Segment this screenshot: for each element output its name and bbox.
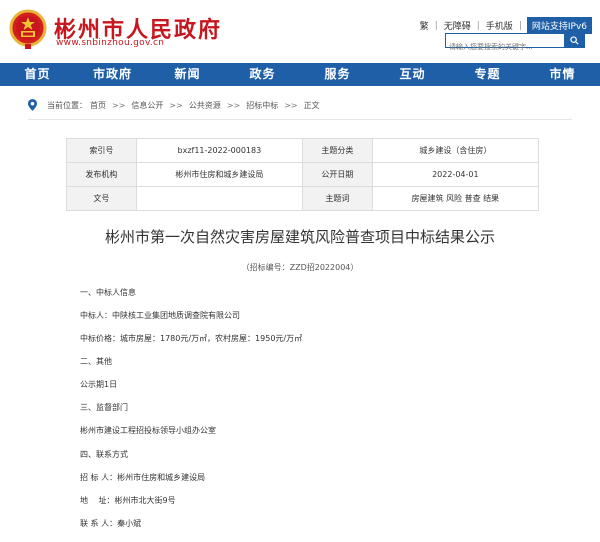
nav-city-overview[interactable]: 市情	[525, 63, 600, 86]
nav-city-government[interactable]: 市政府	[75, 63, 150, 86]
tender-number: （招标编号：ZZD招2022004）	[241, 263, 359, 272]
nav-services[interactable]: 服务	[300, 63, 375, 86]
mobile-version-link[interactable]: 手机版	[481, 19, 518, 32]
divider: |	[518, 20, 522, 31]
supervision-office: 彬州市建设工程招投标领导小组办公室	[80, 426, 216, 435]
address: 地 址：彬州市北大街9号	[80, 496, 176, 505]
breadcrumb-separator: >>	[169, 100, 183, 110]
traditional-chinese-link[interactable]: 繁	[415, 19, 434, 32]
contact-person: 联 系 人：秦小斌	[80, 519, 142, 528]
breadcrumb-separator: >>	[112, 100, 126, 110]
breadcrumb-info-disclosure[interactable]: 信息公开	[131, 100, 163, 111]
breadcrumb-current: 正文	[303, 100, 320, 110]
table-row: 索引号 bxzf11-2022-000183 主题分类 城乡建设（含住房）	[66, 138, 540, 163]
nav-home[interactable]: 首页	[0, 63, 75, 86]
tenderer: 招 标 人：彬州市住房和城乡建设局	[80, 473, 206, 482]
publisher-value: 彬州市住房和城乡建设局	[135, 162, 304, 187]
breadcrumb-divider	[28, 119, 572, 120]
keywords-value: 房屋建筑 风险 普查 结果	[371, 186, 540, 211]
document-number-label: 文号	[66, 186, 137, 211]
winning-price: 中标价格：城市房屋：1780元/万㎡，农村房屋：1950元/万㎡	[80, 334, 303, 343]
search-box	[445, 33, 585, 54]
breadcrumb-home[interactable]: 首页	[90, 100, 106, 111]
section-heading-contact: 四、联系方式	[80, 450, 128, 459]
keywords-label: 主题词	[302, 186, 373, 211]
topic-category-label: 主题分类	[302, 138, 373, 163]
document-info-table: 索引号 bxzf11-2022-000183 主题分类 城乡建设（含住房） 发布…	[66, 138, 540, 211]
publisher-label: 发布机构	[66, 162, 137, 187]
location-pin-icon	[28, 99, 37, 111]
national-emblem-icon	[9, 9, 47, 49]
nav-topics[interactable]: 专题	[450, 63, 525, 86]
winning-bidder: 中标人：中陕核工业集团地质调查院有限公司	[80, 311, 240, 320]
publish-date-label: 公开日期	[302, 162, 373, 187]
search-icon	[569, 36, 579, 45]
section-heading-supervision: 三、监督部门	[80, 403, 128, 412]
breadcrumb-prefix: 当前位置：	[47, 100, 87, 110]
table-row: 文号 主题词 房屋建筑 风险 普查 结果	[66, 186, 540, 211]
index-number-label: 索引号	[66, 138, 137, 163]
table-row: 发布机构 彬州市住房和城乡建设局 公开日期 2022-04-01	[66, 162, 540, 187]
breadcrumb: 当前位置： 首页 >> 信息公开 >> 公共资源 >> 招标中标 >> 正文	[28, 99, 323, 111]
search-input[interactable]	[446, 40, 564, 54]
top-links: 繁 | 无障碍 | 手机版 | 网站支持IPv6	[415, 17, 592, 34]
article-title: 彬州市第一次自然灾害房屋建筑风险普查项目中标结果公示	[104, 228, 495, 246]
breadcrumb-separator: >>	[226, 100, 241, 110]
search-button[interactable]	[564, 34, 584, 47]
index-number-value: bxzf11-2022-000183	[135, 138, 304, 163]
nav-government-affairs[interactable]: 政务	[225, 63, 300, 86]
site-header: 彬州市人民政府 www.snbinzhou.gov.cn 繁 | 无障碍 | 手…	[0, 0, 600, 60]
section-heading-winner-info: 一、中标人信息	[80, 288, 136, 297]
nav-news[interactable]: 新闻	[150, 63, 225, 86]
breadcrumb-public-resources[interactable]: 公共资源	[189, 100, 221, 111]
publicity-period: 公示期1日	[80, 380, 118, 389]
document-number-value	[135, 186, 304, 211]
ipv6-badge: 网站支持IPv6	[526, 17, 592, 34]
topic-category-value: 城乡建设（含住房）	[371, 138, 540, 163]
publish-date-value: 2022-04-01	[371, 162, 540, 187]
accessibility-link[interactable]: 无障碍	[439, 19, 476, 32]
breadcrumb-separator: >>	[284, 100, 298, 110]
nav-interaction[interactable]: 互动	[375, 63, 450, 86]
site-url: www.snbinzhou.gov.cn	[56, 38, 165, 48]
section-heading-other: 二、其他	[80, 357, 112, 366]
main-nav: 首页 市政府 新闻 政务 服务 互动 专题 市情	[0, 63, 600, 86]
breadcrumb-bidding[interactable]: 招标中标	[246, 100, 278, 111]
